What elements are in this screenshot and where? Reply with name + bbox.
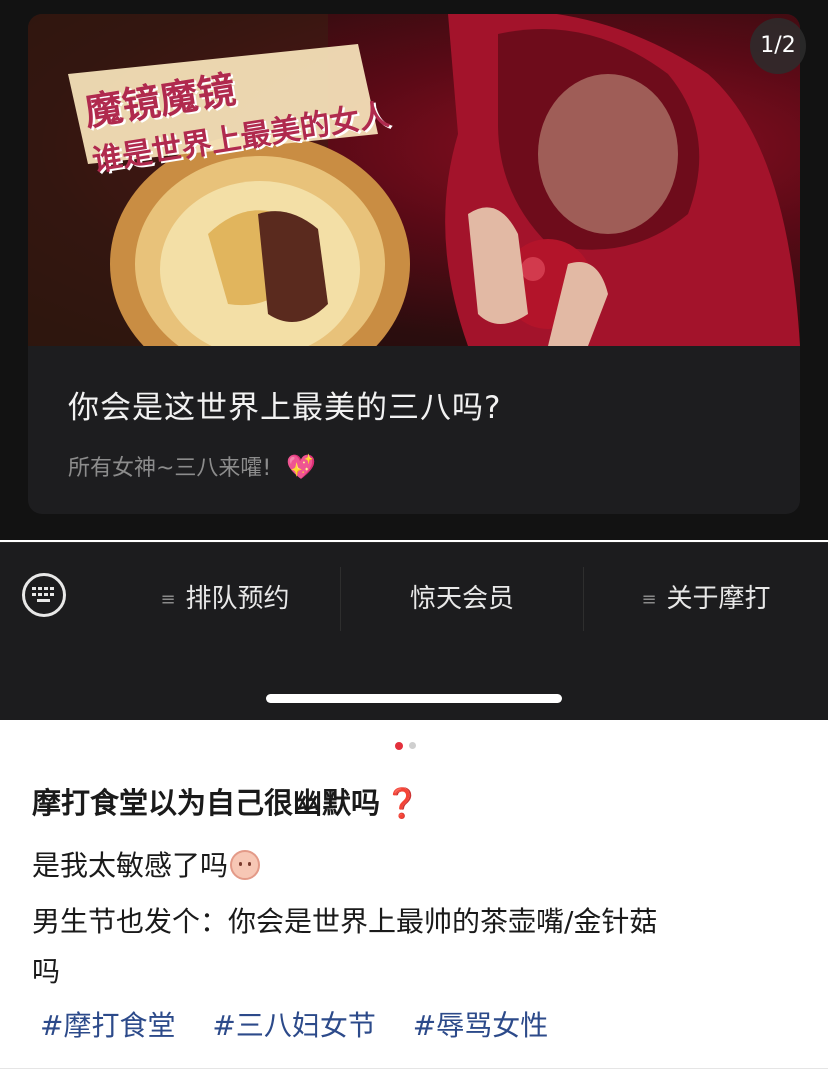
hashtag-link[interactable]: #辱骂女性 xyxy=(413,1009,548,1042)
home-indicator-area xyxy=(0,654,828,720)
hashtag-link[interactable]: #三八妇女节 xyxy=(212,1009,375,1042)
menu-item-membership[interactable]: 惊天会员 xyxy=(341,543,583,655)
banner-image: 魔镜魔镜 谁是世界上最美的女人 xyxy=(28,14,800,346)
card-title: 你会是这世界上最美的三八吗? xyxy=(68,390,502,426)
menu-item-label: 惊天会员 xyxy=(409,584,514,614)
carousel-dot-active[interactable] xyxy=(395,742,403,750)
menu-lines-icon: ≡ xyxy=(641,588,657,610)
shy-face-icon xyxy=(230,850,261,880)
home-indicator[interactable] xyxy=(266,694,562,703)
keyboard-icon[interactable] xyxy=(22,573,66,617)
menu-item-about[interactable]: ≡ 关于摩打 xyxy=(584,543,828,655)
post-body-line: 是我太敏感了吗 xyxy=(32,844,261,884)
page-indicator: 1/2 xyxy=(750,18,806,74)
hashtag-link[interactable]: #摩打食堂 xyxy=(40,1009,175,1042)
divider xyxy=(0,1068,828,1069)
carousel-dot[interactable] xyxy=(409,742,416,749)
menu-lines-icon: ≡ xyxy=(160,588,176,610)
post-body-line: 男生节也发个：你会是世界上最帅的茶壶嘴/金针菇 xyxy=(32,905,658,938)
promo-card[interactable]: 魔镜魔镜 谁是世界上最美的女人 你会是这世界上最美的三八吗? 所有女神~三八来嚯… xyxy=(28,14,800,514)
menu-item-label: 排队预约 xyxy=(185,584,290,614)
card-subtitle: 所有女神~三八来嚯! 💖 xyxy=(68,450,316,482)
menu-item-queue[interactable]: ≡ 排队预约 xyxy=(110,543,340,655)
hashtag-list: #摩打食堂 #三八妇女节 #辱骂女性 xyxy=(40,1004,576,1044)
sparkle-heart-icon: 💖 xyxy=(286,453,317,481)
post-title: 摩打食堂以为自己很幽默吗 ❓ xyxy=(32,780,420,822)
question-mark-icon: ❓ xyxy=(384,786,421,820)
post-body-line: 吗 xyxy=(32,955,61,988)
menu-item-label: 关于摩打 xyxy=(666,584,771,614)
post-body-text: 是我太敏感了吗 xyxy=(32,849,229,882)
card-subtitle-text: 所有女神~三八来嚯! xyxy=(68,456,272,481)
bottom-menu-bar: ≡ 排队预约 惊天会员 ≡ 关于摩打 xyxy=(0,542,828,655)
post-title-text: 摩打食堂以为自己很幽默吗 xyxy=(32,786,381,820)
